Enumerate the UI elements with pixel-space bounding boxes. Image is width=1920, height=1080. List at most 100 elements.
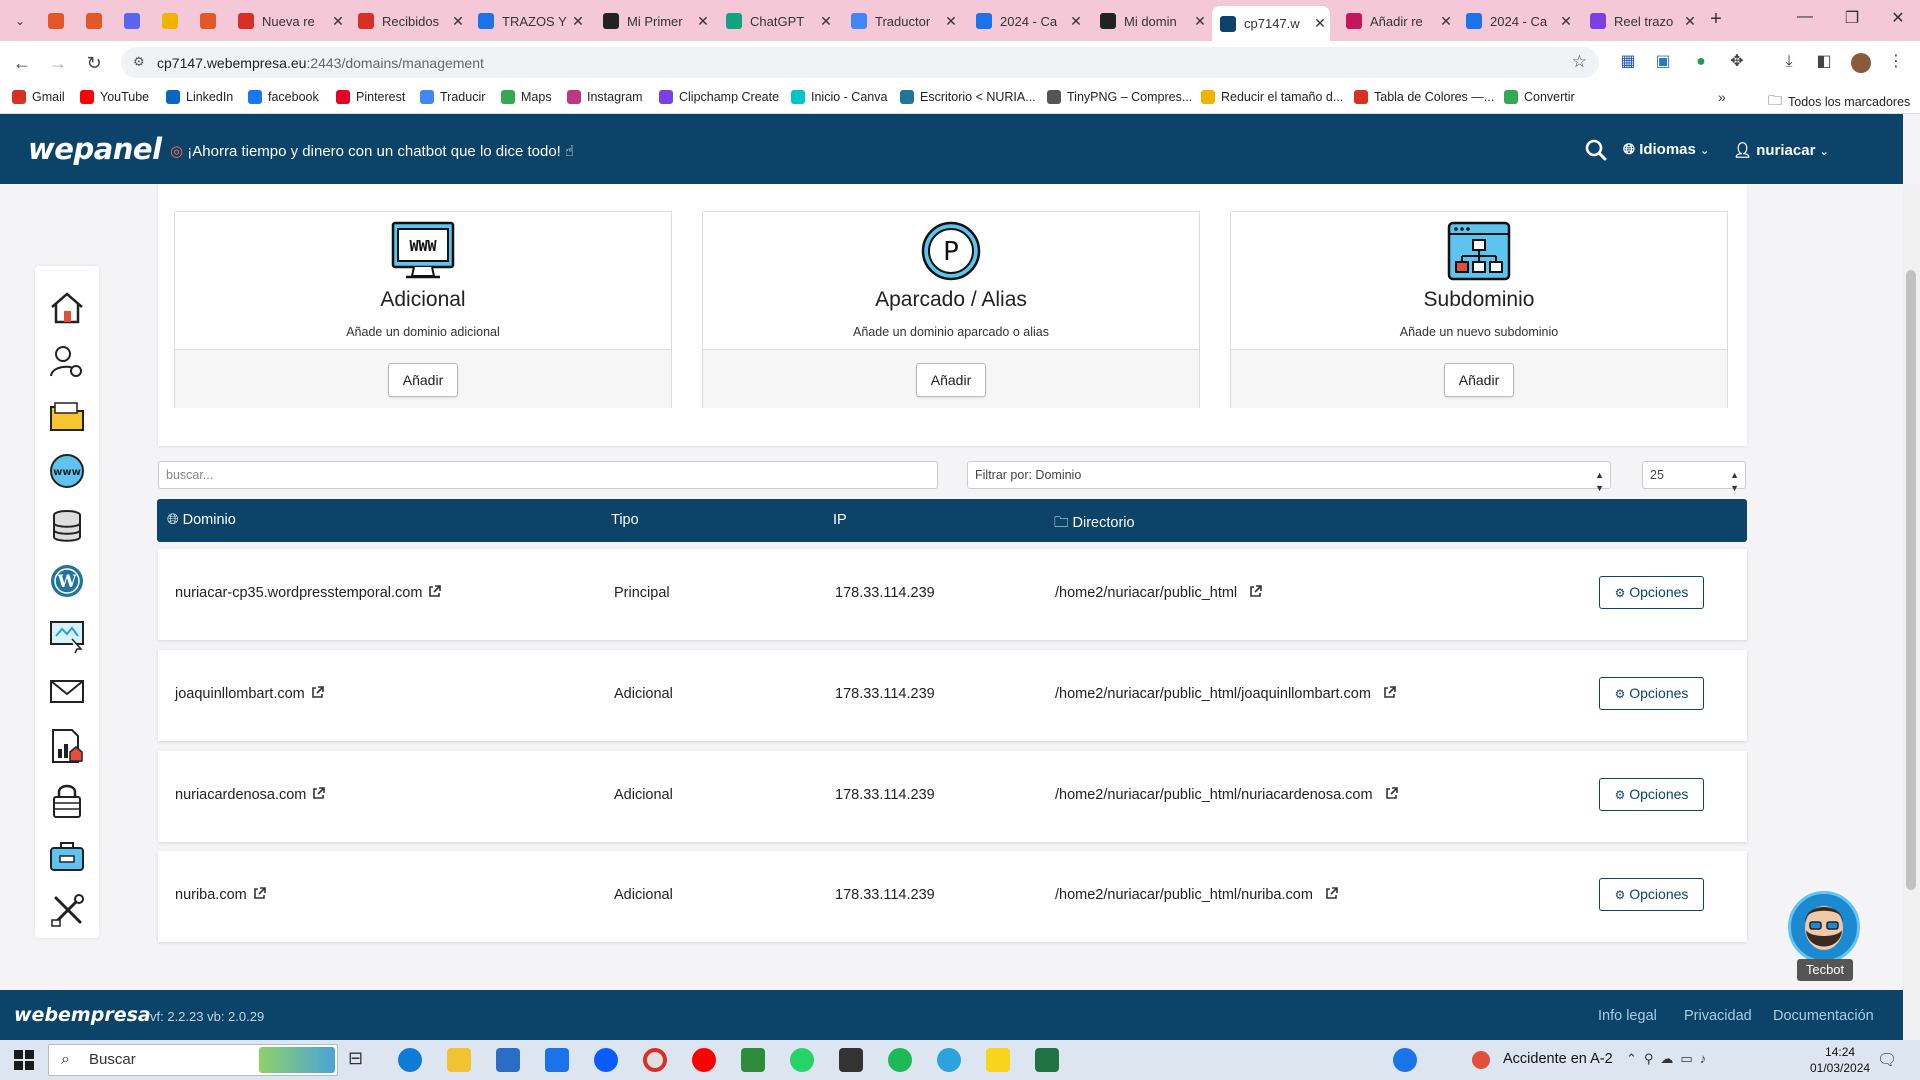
external-link-icon[interactable] [253,887,266,900]
column-header-domain[interactable]: 🌐︎ Dominio [167,512,236,528]
browser-tab[interactable] [116,6,150,36]
browser-tab[interactable]: Mi Primer ✕ [595,6,713,36]
browser-tab[interactable]: Reel trazo ✕ [1582,6,1700,36]
taskbar-search-box[interactable]: ⌕ Buscar [48,1044,338,1076]
tab-close-icon[interactable]: ✕ [1190,13,1210,30]
help-icon[interactable] [1393,1048,1417,1072]
domain-search-input[interactable]: buscar... [158,461,938,489]
tab-close-icon[interactable]: ✕ [816,13,836,30]
inkscape-icon[interactable] [839,1048,863,1072]
options-button[interactable]: ⚙ Opciones [1599,576,1704,609]
traffic-alert-icon[interactable] [1472,1051,1490,1069]
bookmark-item[interactable]: facebook [248,90,319,104]
extensions-puzzle-icon[interactable]: ✥ [1726,51,1748,73]
domain-cell[interactable]: nuriacar-cp35.wordpresstemporal.com [175,585,442,601]
bookmark-item[interactable]: Maps [501,90,552,104]
www-globe-icon[interactable]: www [48,452,86,490]
sticky-notes-icon[interactable] [986,1048,1010,1072]
tab-search-chevron-icon[interactable]: ⌄ [8,10,32,32]
statistics-icon[interactable] [48,727,86,765]
all-bookmarks-folder[interactable]: 🗀 Todos los marcadores [1768,90,1910,114]
bookmark-item[interactable]: Instagram [567,90,643,104]
browser-tab[interactable] [192,6,226,36]
tecbot-label[interactable]: Tecbot [1797,959,1853,981]
extension-translate-icon[interactable]: ▣ [1652,51,1674,73]
browser-tab[interactable]: cp7147.w ✕ [1212,6,1330,41]
tecbot-chat-button[interactable] [1788,891,1860,963]
spotify-icon[interactable] [888,1048,912,1072]
bookmark-item[interactable]: Pinterest [336,90,405,104]
site-builder-icon[interactable] [48,617,86,655]
footer-link-privacidad[interactable]: Privacidad [1684,1008,1752,1024]
more-bookmarks-icon[interactable]: » [1718,89,1726,105]
directory-cell[interactable]: /home2/nuriacar/public_html/joaquinllomb… [1055,686,1396,702]
wepanel-logo[interactable]: wepanel [28,132,162,166]
browser-tab[interactable]: 2024 - Ca ✕ [1458,6,1576,36]
notes-icon[interactable] [741,1048,765,1072]
file-explorer-icon[interactable] [447,1048,471,1072]
domain-cell[interactable]: nuriba.com [175,887,266,903]
footer-link-documentacion[interactable]: Documentación [1773,1008,1874,1024]
external-link-icon[interactable] [312,787,326,800]
tab-close-icon[interactable]: ✕ [693,13,713,30]
tools-icon[interactable] [48,892,86,930]
restore-icon[interactable]: ❐ [1832,8,1872,28]
close-window-icon[interactable]: ✕ [1878,8,1918,28]
chrome-icon[interactable] [643,1048,667,1072]
back-arrow-icon[interactable]: ← [8,49,36,77]
bookmark-item[interactable]: Reducir el tamaño d... [1201,90,1343,104]
add-addon-domain-button[interactable]: Añadir [388,363,458,397]
options-button[interactable]: ⚙ Opciones [1599,878,1704,911]
tab-close-icon[interactable]: ✕ [941,13,961,30]
whatsapp-icon[interactable] [790,1048,814,1072]
telegram-icon[interactable] [937,1048,961,1072]
browser-tab[interactable] [78,6,112,36]
news-widget-text[interactable]: Accidente en A-2 [1503,1051,1613,1067]
extension-grid-icon[interactable]: ▦ [1617,51,1639,73]
reload-icon[interactable]: ↻ [80,49,108,77]
user-dropdown[interactable]: 👤︎ nuriacar ⌄ [1733,141,1829,159]
external-link-icon[interactable] [428,585,442,598]
browser-tab[interactable]: Traductor ✕ [843,6,961,36]
bookmark-item[interactable]: Gmail [12,90,65,104]
edge-icon[interactable] [398,1048,422,1072]
mail-icon[interactable] [48,672,86,710]
tab-close-icon[interactable]: ✕ [1066,13,1086,30]
system-tray-icons[interactable]: ⌃⚲☁▭♪ [1626,1051,1713,1067]
external-link-icon[interactable] [1383,686,1396,699]
domain-cell[interactable]: joaquinllombart.com [175,686,324,702]
zoom-icon[interactable] [594,1048,618,1072]
external-link-icon[interactable] [1249,585,1262,598]
bookmark-item[interactable]: LinkedIn [166,90,233,104]
bookmark-item[interactable]: Convertir [1504,90,1575,104]
domain-cell[interactable]: nuriacardenosa.com [175,787,326,803]
extension-on-icon[interactable]: ● [1690,51,1712,73]
promo-banner[interactable]: ◎ ¡Ahorra tiempo y dinero con un chatbot… [170,142,574,160]
add-parked-domain-button[interactable]: Añadir [916,363,986,397]
toolbox-icon[interactable] [48,837,86,875]
side-panel-icon[interactable]: ◧ [1813,51,1835,73]
download-icon[interactable]: ⤓ [1778,51,1800,73]
store-icon[interactable] [496,1048,520,1072]
bookmark-star-icon[interactable]: ☆ [1572,52,1587,72]
user-settings-icon[interactable] [48,343,86,381]
browser-menu-icon[interactable]: ⋮ [1885,51,1907,73]
column-header-ip[interactable]: IP [833,512,847,528]
directory-cell[interactable]: /home2/nuriacar/public_html [1055,585,1262,601]
home-icon[interactable] [48,289,86,327]
task-view-icon[interactable]: ⊟ [348,1048,372,1072]
browser-tab[interactable] [154,6,188,36]
youtube-app-icon[interactable] [692,1048,716,1072]
browser-tab[interactable]: Mi domin ✕ [1092,6,1210,36]
bookmark-item[interactable]: Clipchamp Create [659,90,779,104]
tab-close-icon[interactable]: ✕ [1310,15,1330,32]
notifications-icon[interactable]: 🗨︎ [1877,1050,1897,1070]
browser-tab[interactable]: ChatGPT ✕ [718,6,836,36]
options-button[interactable]: ⚙ Opciones [1599,778,1704,811]
bookmark-item[interactable]: YouTube [80,90,149,104]
browser-tab[interactable]: Recibidos ✕ [350,6,468,36]
external-link-icon[interactable] [1385,787,1398,800]
bookmark-item[interactable]: Traducir [420,90,485,104]
excel-icon[interactable] [1035,1048,1059,1072]
bookmark-item[interactable]: Escritorio < NURIA... [900,90,1036,104]
